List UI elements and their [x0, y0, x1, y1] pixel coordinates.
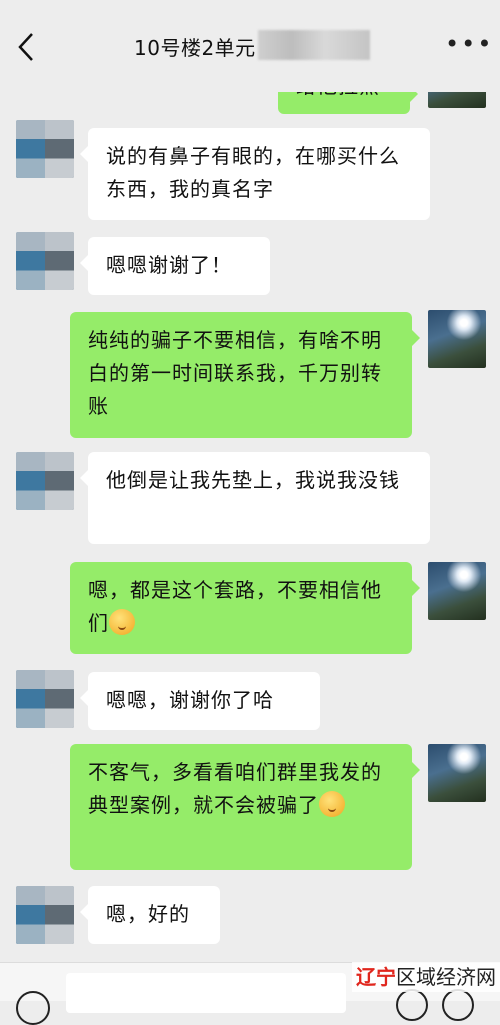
avatar-self[interactable]	[428, 744, 486, 802]
message-text: 纯纯的骗子不要相信，有啥不明白的第一时间联系我，千万别转账	[88, 328, 382, 418]
plus-icon[interactable]	[442, 989, 474, 1021]
message-bubble-other[interactable]: 他倒是让我先垫上，我说我没钱	[80, 452, 430, 544]
message-bubble-other[interactable]: 嗯，好的	[80, 886, 220, 944]
avatar-other[interactable]	[16, 670, 74, 728]
message-text: 嗯嗯，谢谢你了哈	[106, 688, 274, 712]
message-bubble-self[interactable]: 纯纯的骗子不要相信，有啥不明白的第一时间联系我，千万别转账	[70, 312, 420, 438]
avatar-other[interactable]	[16, 452, 74, 510]
chat-area: 给他拉黑 说的有鼻子有眼的，在哪买什么东西，我的真名字 嗯嗯谢谢了！ 纯纯的骗子…	[0, 0, 500, 1000]
avatar-self[interactable]	[428, 310, 486, 368]
message-bubble-other[interactable]: 嗯嗯谢谢了！	[80, 237, 270, 295]
message-input[interactable]	[66, 973, 346, 1013]
message-bubble-self[interactable]: 嗯，都是这个套路，不要相信他们	[70, 562, 420, 654]
emoji-icon[interactable]	[396, 989, 428, 1021]
shushing-face-emoji-icon	[319, 791, 345, 817]
avatar-self[interactable]	[428, 562, 486, 620]
message-bubble-other[interactable]: 嗯嗯，谢谢你了哈	[80, 672, 320, 730]
redacted-title-part	[258, 30, 370, 60]
avatar-other[interactable]	[16, 120, 74, 178]
watermark-brand: 辽宁	[356, 965, 396, 989]
ellipsis-icon[interactable]: •••	[445, 32, 491, 56]
message-bubble-other[interactable]: 说的有鼻子有眼的，在哪买什么东西，我的真名字	[80, 128, 430, 220]
message-text: 他倒是让我先垫上，我说我没钱	[106, 468, 400, 492]
message-bubble-self[interactable]: 不客气，多看看咱们群里我发的典型案例，就不会被骗了	[70, 744, 420, 870]
voice-icon[interactable]	[16, 991, 50, 1025]
message-text: 嗯嗯谢谢了！	[106, 253, 232, 277]
avatar-other[interactable]	[16, 886, 74, 944]
message-text: 嗯，好的	[106, 902, 190, 926]
chevron-left-icon[interactable]	[14, 30, 38, 64]
message-text: 说的有鼻子有眼的，在哪买什么东西，我的真名字	[106, 144, 400, 201]
site-watermark: 辽宁区域经济网	[352, 962, 500, 992]
shushing-face-emoji-icon	[109, 609, 135, 635]
avatar-other[interactable]	[16, 232, 74, 290]
chat-header: 10号楼2单元 •••	[0, 0, 500, 92]
chat-title: 10号楼2单元	[134, 36, 256, 60]
watermark-rest: 区域经济网	[396, 965, 496, 989]
